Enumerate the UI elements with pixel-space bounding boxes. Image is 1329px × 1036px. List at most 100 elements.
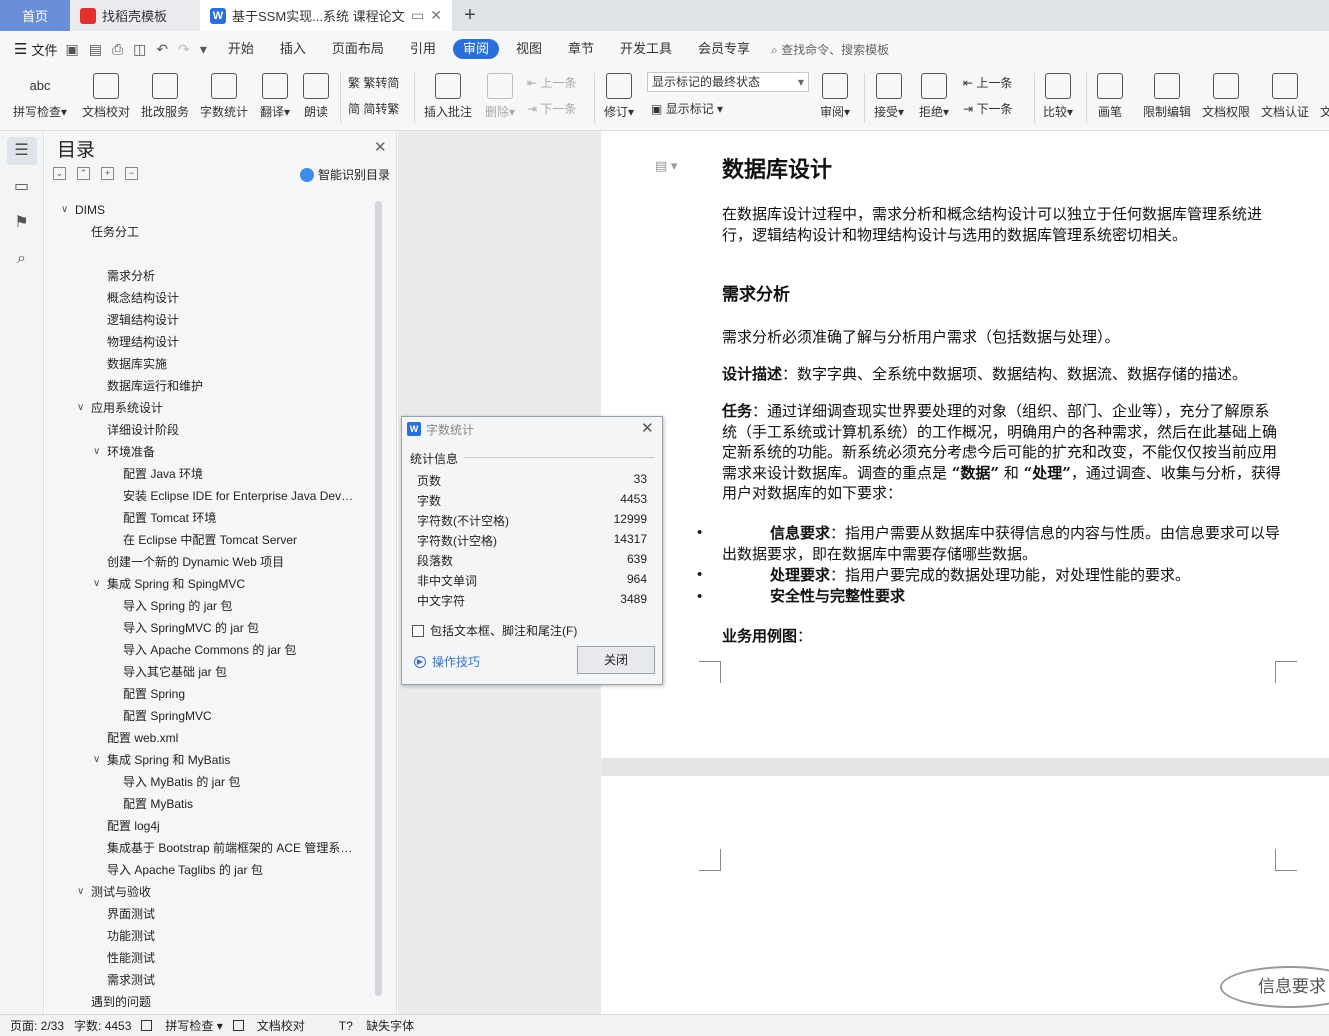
include-textbox-checkbox[interactable]: 包括文本框、脚注和尾注(F): [412, 622, 577, 639]
toc-item[interactable]: 需求测试: [45, 969, 378, 991]
toc-item[interactable]: ∨ DIMS: [45, 199, 378, 221]
toc-item[interactable]: ∨ 应用系统设计: [45, 397, 378, 419]
menu-devtools[interactable]: 开发工具: [607, 31, 685, 67]
trad-to-simp-button[interactable]: 繁 繁转简: [348, 74, 399, 91]
toc-item[interactable]: 数据库实施: [45, 353, 378, 375]
tab-pin-icon[interactable]: ▭: [411, 7, 424, 24]
menu-file[interactable]: 文件: [31, 40, 57, 59]
plus-icon[interactable]: +: [101, 167, 114, 180]
command-search[interactable]: ⌕ 查找命令、搜索模板: [771, 41, 889, 58]
smart-toc-button[interactable]: 智能识别目录: [300, 166, 390, 183]
track-changes-button[interactable]: 修订▾: [600, 67, 638, 120]
toc-item[interactable]: 导入 MyBatis 的 jar 包: [45, 771, 378, 793]
read-aloud-button[interactable]: 朗读: [300, 67, 332, 120]
menu-start[interactable]: 开始: [215, 31, 267, 67]
toc-item[interactable]: ∨ 集成 Spring 和 SpingMVC: [45, 573, 378, 595]
toc-item[interactable]: 详细设计阶段: [45, 419, 378, 441]
paragraph-menu-icon[interactable]: ▤ ▾: [655, 158, 677, 174]
chevron-down-icon[interactable]: ∨: [77, 397, 84, 419]
reject-button[interactable]: 拒绝▾: [915, 67, 953, 120]
page-indicator[interactable]: 页面: 2/33: [10, 1017, 64, 1034]
restrict-editing-button[interactable]: 限制编辑: [1140, 67, 1194, 120]
next-change-button[interactable]: ⇥ 下一条: [963, 100, 1012, 117]
toc-item[interactable]: 配置 Tomcat 环境: [45, 507, 378, 529]
menu-member[interactable]: 会员专享: [685, 31, 763, 67]
review-pane-button[interactable]: 审阅▾: [816, 67, 854, 120]
menu-reference[interactable]: 引用: [397, 31, 449, 67]
toc-item[interactable]: 导入 SpringMVC 的 jar 包: [45, 617, 378, 639]
proofread-status[interactable]: 文档校对: [232, 1017, 305, 1034]
toc-item[interactable]: 导入 Apache Taglibs 的 jar 包: [45, 859, 378, 881]
doc-certify-button[interactable]: 文档认证: [1258, 67, 1312, 120]
toc-item[interactable]: 界面测试: [45, 903, 378, 925]
toc-item[interactable]: 集成基于 Bootstrap 前端框架的 ACE 管理系…: [45, 837, 378, 859]
toc-item[interactable]: 任务分工: [45, 221, 378, 243]
toc-item[interactable]: ∨ 环境准备: [45, 441, 378, 463]
toc-item[interactable]: 需求分析: [45, 265, 378, 287]
toc-item[interactable]: 配置 MyBatis: [45, 793, 378, 815]
toc-item[interactable]: 配置 log4j: [45, 815, 378, 837]
toc-item[interactable]: 逻辑结构设计: [45, 309, 378, 331]
spell-check-toggle[interactable]: 拼写检查 ▾: [141, 1017, 223, 1034]
print-preview-icon[interactable]: ◫: [133, 41, 146, 58]
toc-item[interactable]: 概念结构设计: [45, 287, 378, 309]
toc-item[interactable]: 安装 Eclipse IDE for Enterprise Java Dev…: [45, 485, 378, 507]
toc-icon[interactable]: ☰: [6, 137, 37, 165]
insert-comment-button[interactable]: 插入批注: [422, 67, 474, 120]
doc-permission-button[interactable]: 文档权限: [1199, 67, 1253, 120]
toc-item[interactable]: 在 Eclipse 中配置 Tomcat Server: [45, 529, 378, 551]
word-count-button[interactable]: 字数统计: [198, 67, 250, 120]
minus-icon[interactable]: −: [125, 167, 138, 180]
toc-item[interactable]: 配置 Spring: [45, 683, 378, 705]
chapter-icon[interactable]: ▭: [7, 173, 37, 201]
search-icon[interactable]: ⌕: [7, 245, 37, 273]
menu-view[interactable]: 视图: [503, 31, 555, 67]
menu-section[interactable]: 章节: [555, 31, 607, 67]
chevron-down-icon[interactable]: ∨: [93, 573, 100, 595]
toc-item[interactable]: 导入其它基础 jar 包: [45, 661, 378, 683]
close-icon[interactable]: ✕: [374, 138, 387, 156]
menu-insert[interactable]: 插入: [267, 31, 319, 67]
print-icon[interactable]: ⎙: [112, 41, 123, 58]
show-markup-button[interactable]: ▣ 显示标记 ▾: [651, 100, 723, 117]
close-icon[interactable]: ✕: [430, 7, 442, 24]
export-pdf-icon[interactable]: ▤: [89, 41, 102, 58]
overflow-button[interactable]: 文: [1320, 67, 1329, 120]
document-page[interactable]: [601, 776, 1329, 1014]
save-icon[interactable]: ▣: [65, 41, 78, 58]
translate-button[interactable]: 翻译▾: [258, 67, 292, 120]
tab-document[interactable]: W 基于SSM实现...系统 课程论文 ▭ ✕: [200, 0, 452, 31]
toc-item[interactable]: 配置 web.xml: [45, 727, 378, 749]
menu-layout[interactable]: 页面布局: [319, 31, 397, 67]
pen-button[interactable]: 画笔: [1094, 67, 1126, 120]
close-icon[interactable]: ✕: [641, 419, 654, 437]
chevron-down-icon[interactable]: ∨: [93, 749, 100, 771]
chevron-down-icon[interactable]: ∨: [61, 199, 68, 221]
delete-comment-button[interactable]: 删除▾: [482, 67, 518, 120]
tips-link[interactable]: ▶ 操作技巧: [414, 653, 480, 670]
toc-item[interactable]: ∨ 集成 Spring 和 MyBatis: [45, 749, 378, 771]
toc-item[interactable]: 功能测试: [45, 925, 378, 947]
missing-font-status[interactable]: T? 缺失字体: [329, 1017, 414, 1034]
tab-templates[interactable]: 找稻壳模板: [70, 0, 200, 31]
toc-item[interactable]: 配置 SpringMVC: [45, 705, 378, 727]
tab-home[interactable]: 首页: [0, 0, 70, 31]
toc-item[interactable]: ∨ 测试与验收: [45, 881, 378, 903]
prev-comment-button[interactable]: ⇤ 上一条: [527, 74, 576, 91]
prev-change-button[interactable]: ⇤ 上一条: [963, 74, 1012, 91]
bookmark-icon[interactable]: ⚑: [7, 209, 37, 237]
correction-service-button[interactable]: 批改服务: [140, 67, 190, 120]
toc-scrollbar[interactable]: [375, 201, 382, 996]
toc-item[interactable]: 数据库运行和维护: [45, 375, 378, 397]
menu-review[interactable]: 审阅: [452, 39, 499, 59]
close-button[interactable]: 关闭: [577, 646, 655, 674]
redo-icon[interactable]: ↷: [178, 41, 190, 58]
simp-to-trad-button[interactable]: 简 简转繁: [348, 100, 399, 117]
expand-down-icon[interactable]: ⌄: [53, 167, 66, 180]
markup-state-select[interactable]: 显示标记的最终状态: [647, 72, 809, 92]
proofread-button[interactable]: 文档校对: [80, 67, 132, 120]
chevron-down-icon[interactable]: ∨: [77, 881, 84, 903]
chevron-down-icon[interactable]: ∨: [93, 441, 100, 463]
more-icon[interactable]: ▾: [200, 41, 207, 58]
toc-item[interactable]: 创建一个新的 Dynamic Web 项目: [45, 551, 378, 573]
